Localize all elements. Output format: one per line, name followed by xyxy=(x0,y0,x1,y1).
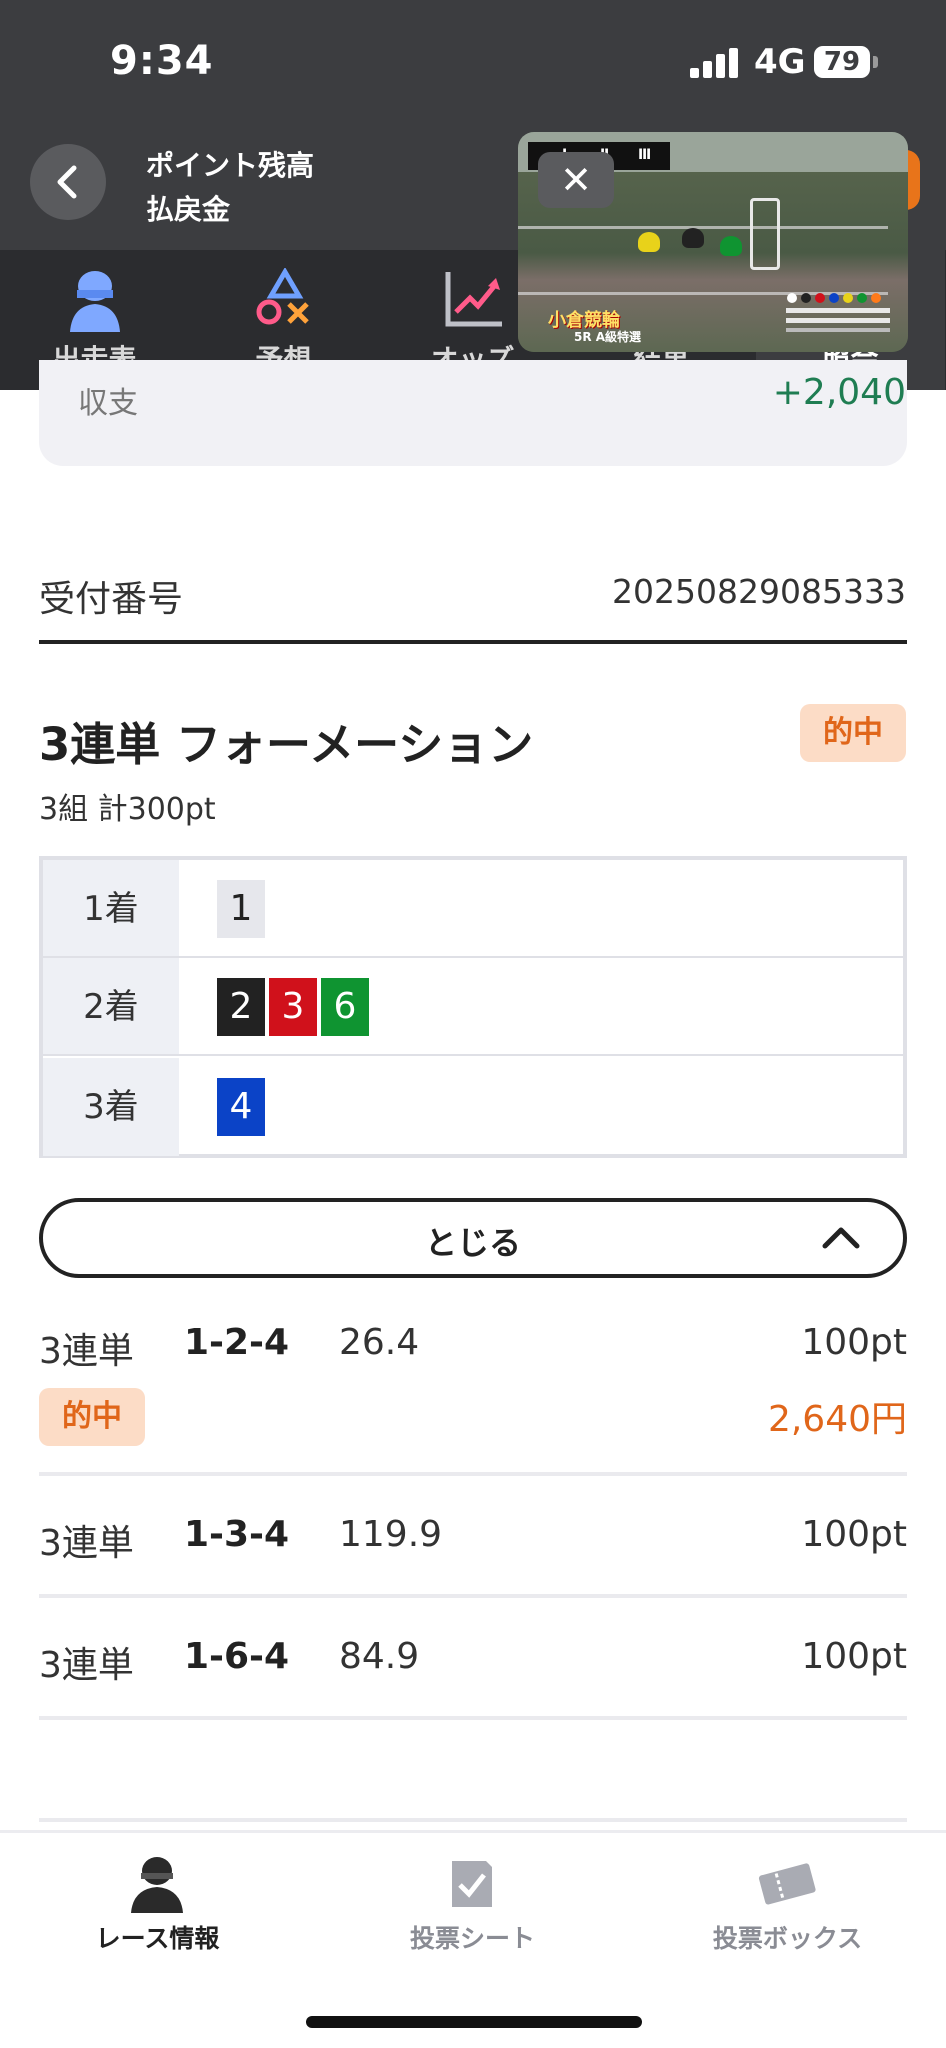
row-divider xyxy=(39,1472,907,1476)
video-rider xyxy=(720,236,742,256)
bet-row-payout: 2,640円 xyxy=(767,1399,907,1440)
network-type: 4G xyxy=(754,42,806,82)
video-finish-pole xyxy=(750,198,780,270)
rider-icon xyxy=(70,271,120,332)
race-info-icon xyxy=(131,1857,183,1913)
bet-row-combination: 1-6-4 xyxy=(184,1636,290,1677)
receipt-number-value: 20250829085333 xyxy=(612,572,906,611)
chevron-left-icon xyxy=(57,165,77,199)
close-icon: ✕ xyxy=(560,158,592,202)
formation-row-second: 2着 2 3 6 xyxy=(43,958,903,1056)
battery-icon: 79 xyxy=(814,46,870,78)
bike-number-chip: 3 xyxy=(269,978,317,1036)
status-time: 9:34 xyxy=(110,38,214,84)
odds-chart-icon xyxy=(445,272,502,327)
formation-position-label: 3着 xyxy=(43,1058,179,1156)
bet-row-amount: 100pt xyxy=(801,1322,907,1363)
bet-row-type: 3連単 xyxy=(39,1523,134,1564)
bottom-tab-race-info-label: レース情報 xyxy=(95,1924,220,1953)
bet-row-combination: 1-3-4 xyxy=(184,1514,290,1555)
video-race-caption: 5R A級特選 xyxy=(574,330,642,344)
bet-type-title: 3連単 フォーメーション xyxy=(39,718,534,771)
bet-row-combination: 1-2-4 xyxy=(184,1322,290,1363)
formation-position-label: 1着 xyxy=(43,860,179,956)
receipt-number-label: 受付番号 xyxy=(39,579,184,620)
signal-icon xyxy=(690,48,738,78)
scoreboard-label: Ⅲ xyxy=(638,147,652,163)
formation-table: 1着 1 2着 2 3 6 3着 4 xyxy=(39,856,907,1158)
status-bar: 9:34 4G 79 xyxy=(0,0,946,130)
balance-value: +2,040 xyxy=(772,372,906,413)
collapse-button-label: とじる xyxy=(424,1224,521,1262)
collapse-button[interactable]: とじる xyxy=(39,1198,907,1278)
video-rider xyxy=(682,228,704,248)
bet-row-type: 3連単 xyxy=(39,1331,134,1372)
video-rider-names xyxy=(784,292,894,338)
prediction-icon xyxy=(256,268,309,325)
bet-row-odds: 26.4 xyxy=(339,1322,420,1363)
bet-row-amount: 100pt xyxy=(801,1636,907,1677)
balance-label: 収支 xyxy=(78,386,138,421)
bike-number-chip: 4 xyxy=(217,1078,265,1136)
bet-row-type: 3連単 xyxy=(39,1645,134,1686)
formation-position-label: 2着 xyxy=(43,958,179,1054)
bottom-tab-vote-sheet[interactable]: 投票シート xyxy=(315,1853,630,1963)
bottom-tab-vote-box-label: 投票ボックス xyxy=(712,1924,863,1953)
race-video-player[interactable]: Ⅰ Ⅱ Ⅲ ✕ 小倉競輪 5R A級特選 xyxy=(518,132,908,352)
bet-row-odds: 84.9 xyxy=(339,1636,420,1677)
home-indicator[interactable] xyxy=(306,2016,642,2028)
bet-row-amount: 100pt xyxy=(801,1514,907,1555)
row-divider xyxy=(39,1716,907,1720)
back-button[interactable] xyxy=(30,144,106,220)
battery-cap xyxy=(873,56,878,68)
bike-number-chip: 2 xyxy=(217,978,265,1036)
row-divider xyxy=(39,1594,907,1598)
formation-row-first: 1着 1 xyxy=(43,860,903,958)
bottom-tab-vote-box[interactable]: 投票ボックス xyxy=(630,1853,945,1963)
points-balance-label: ポイント残高 xyxy=(146,149,315,182)
chevron-up-icon xyxy=(822,1227,860,1249)
bike-number-chip: 1 xyxy=(217,880,265,938)
hit-badge: 的中 xyxy=(800,704,906,762)
section-divider xyxy=(39,640,907,644)
bike-number-chip: 6 xyxy=(321,978,369,1036)
vote-box-icon xyxy=(758,1863,816,1905)
bet-row-hit-badge: 的中 xyxy=(39,1388,145,1446)
payout-label: 払戻金 xyxy=(146,193,231,226)
bet-summary: 3組 計300pt xyxy=(39,792,216,827)
bottom-tab-vote-sheet-label: 投票シート xyxy=(409,1924,535,1953)
row-divider xyxy=(39,1818,907,1822)
video-rider xyxy=(638,232,660,252)
vote-sheet-icon xyxy=(452,1861,492,1907)
bet-row-odds: 119.9 xyxy=(339,1514,443,1555)
formation-row-third: 3着 4 xyxy=(43,1058,903,1156)
bottom-tab-race-info[interactable]: レース情報 xyxy=(0,1853,315,1963)
close-video-button[interactable]: ✕ xyxy=(538,152,614,208)
